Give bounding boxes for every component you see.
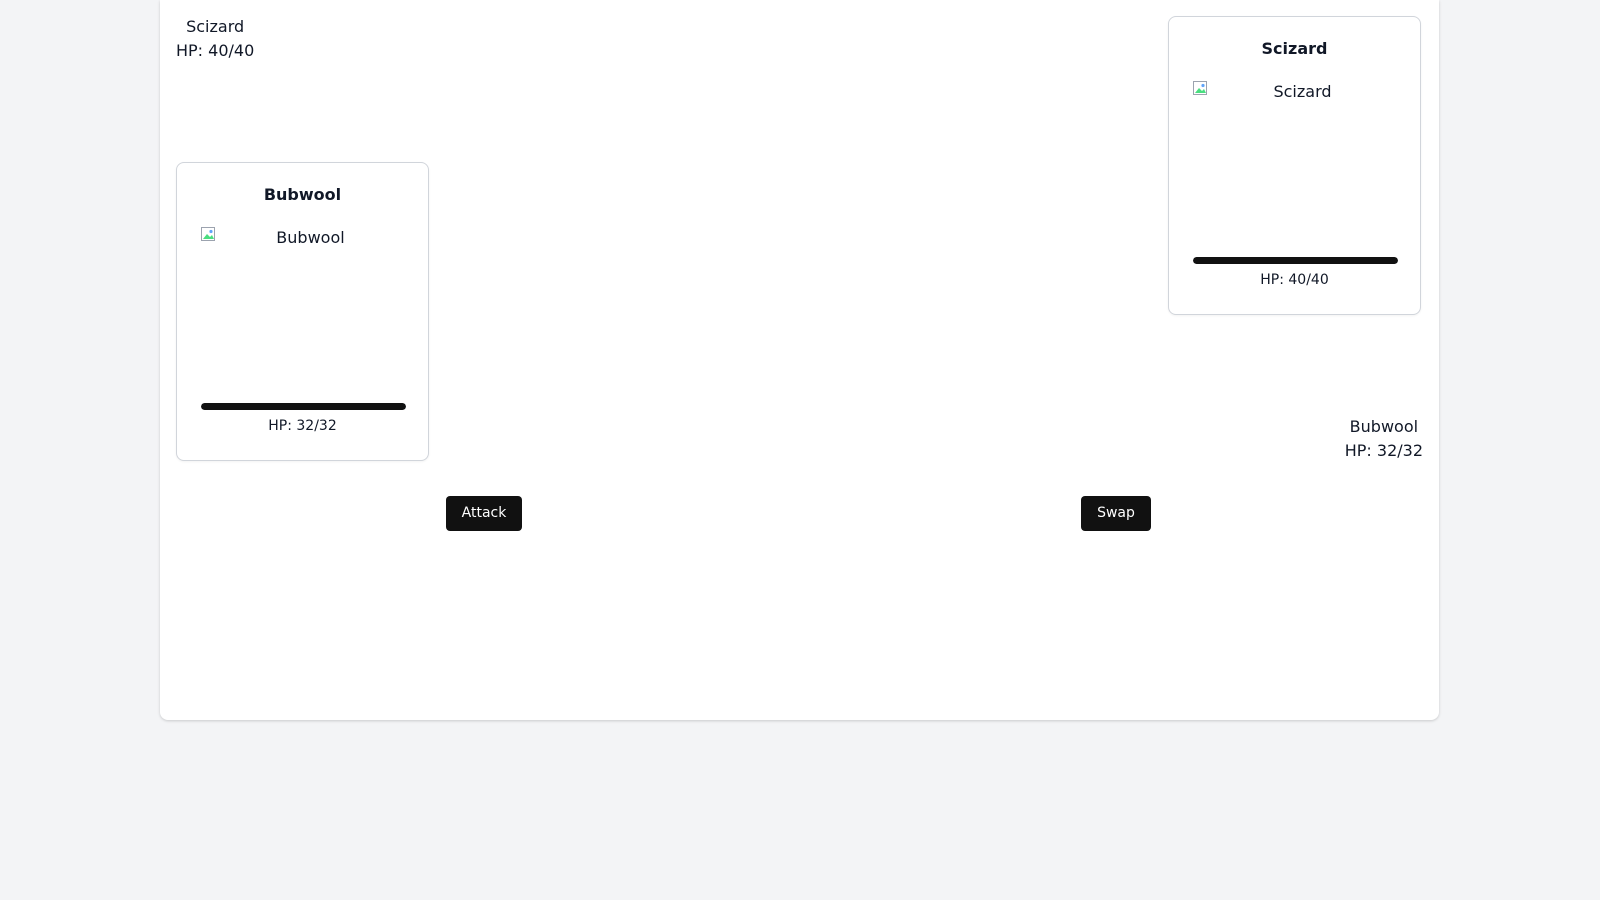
player-card-name: Bubwool: [263, 185, 342, 204]
enemy-sprite-alt: Scizard: [1273, 82, 1332, 101]
enemy-status-name: Scizard: [186, 17, 245, 36]
enemy-card-name: Scizard: [1261, 39, 1328, 58]
player-hp-text: HP: 32/32: [268, 418, 337, 434]
enemy-sprite: Scizard: [1193, 81, 1398, 251]
player-status: Bubwool HP: 32/32: [1345, 415, 1423, 463]
attack-button[interactable]: Attack: [446, 496, 522, 531]
player-status-name: Bubwool: [1349, 417, 1419, 436]
enemy-hp-text: HP: 40/40: [1260, 272, 1329, 288]
player-sprite-alt: Bubwool: [276, 228, 345, 247]
enemy-card: Scizard Scizard HP: 40/40: [1168, 16, 1421, 315]
swap-button[interactable]: Swap: [1081, 496, 1151, 531]
player-sprite: Bubwool: [201, 227, 406, 397]
enemy-hp-fill: [1193, 257, 1398, 264]
player-hp-fill: [201, 403, 406, 410]
player-status-hp: HP: 32/32: [1344, 441, 1423, 460]
enemy-hp-bar: [1193, 257, 1398, 264]
enemy-status-hp: HP: 40/40: [176, 41, 255, 60]
enemy-status: Scizard HP: 40/40: [176, 15, 254, 63]
player-card: Bubwool Bubwool HP: 32/32: [176, 162, 429, 461]
player-hp-bar: [201, 403, 406, 410]
